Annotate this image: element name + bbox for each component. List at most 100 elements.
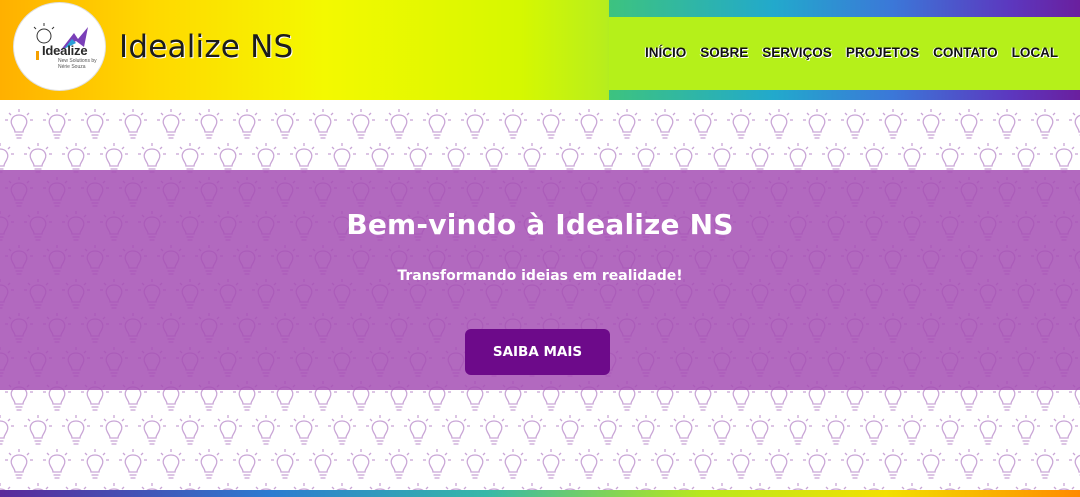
logo[interactable]: Idealize New Solutions by Nérie Souza (13, 2, 106, 91)
lightbulb-icon (309, 109, 337, 139)
lightbulb-icon (445, 483, 467, 490)
hero-title: Bem-vindo à Idealize NS (346, 208, 734, 241)
lightbulb-icon (597, 483, 619, 490)
lightbulb-icon (331, 483, 353, 490)
lightbulb-icon (1031, 109, 1059, 139)
saiba-mais-button[interactable]: SAIBA MAIS (465, 329, 610, 375)
lightbulb-icon (537, 449, 565, 479)
lightbulb-icon (841, 449, 869, 479)
lightbulb-icon (939, 483, 961, 490)
nav-link-inicio[interactable]: INÍCIO (645, 45, 686, 60)
lightbulb-icon (480, 415, 508, 445)
lightbulb-icon (27, 483, 49, 490)
lightbulb-icon (1050, 415, 1078, 445)
lightbulb-icon (635, 483, 657, 490)
lightbulb-icon (689, 109, 717, 139)
lightbulb-icon (825, 483, 847, 490)
lightbulb-icon (290, 415, 318, 445)
lightbulb-icon (385, 449, 413, 479)
lightbulb-icon (784, 415, 812, 445)
lightbulb-icon (993, 449, 1021, 479)
lightbulb-icon (24, 415, 52, 445)
lightbulb-pattern-row (0, 414, 1080, 448)
nav-link-contato[interactable]: CONTATO (933, 45, 998, 60)
lightbulb-icon (898, 415, 926, 445)
lightbulb-icon (65, 483, 87, 490)
lightbulb-icon (673, 483, 695, 490)
lightbulb-icon (217, 483, 239, 490)
lightbulb-icon (955, 449, 983, 479)
lightbulb-icon (1053, 483, 1075, 490)
lightbulb-icon (993, 109, 1021, 139)
lightbulb-icon (252, 415, 280, 445)
nav-link-local[interactable]: LOCAL (1012, 45, 1059, 60)
lightbulb-icon (711, 483, 733, 490)
lightbulb-icon (727, 109, 755, 139)
lightbulb-icon (195, 109, 223, 139)
nav-accent-strip (609, 0, 1080, 17)
lightbulb-icon (917, 109, 945, 139)
lightbulb-icon (1069, 112, 1080, 136)
lightbulb-icon (575, 449, 603, 479)
lightbulb-icon (559, 483, 581, 490)
lightbulb-icon (366, 415, 394, 445)
lightbulb-icon (138, 415, 166, 445)
lightbulb-icon (803, 109, 831, 139)
lightbulb-icon (977, 483, 999, 490)
lightbulb-icon (917, 449, 945, 479)
lightbulb-icon (157, 109, 185, 139)
lightbulb-icon (0, 415, 14, 445)
lightbulb-icon (385, 109, 413, 139)
lightbulb-icon (119, 109, 147, 139)
lightbulb-icon (81, 449, 109, 479)
logo-word: Idealize (42, 43, 88, 58)
lightbulb-icon (233, 109, 261, 139)
lightbulb-icon (103, 483, 125, 490)
lightbulb-icon (746, 415, 774, 445)
lightbulb-icon (43, 109, 71, 139)
lightbulb-icon (271, 109, 299, 139)
lightbulb-icon (863, 483, 885, 490)
lightbulb-icon (803, 449, 831, 479)
lightbulb-icon (176, 415, 204, 445)
lightbulb-icon (860, 415, 888, 445)
lightbulb-icon (347, 449, 375, 479)
lightbulb-icon (5, 449, 33, 479)
lightbulb-icon (1015, 483, 1037, 490)
lightbulb-icon (423, 109, 451, 139)
lightbulb-icon (594, 415, 622, 445)
lightbulb-icon (765, 109, 793, 139)
lightbulb-icon (157, 449, 185, 479)
lightbulb-icon (822, 415, 850, 445)
lightbulb-icon (119, 449, 147, 479)
nav-link-projetos[interactable]: PROJETOS (846, 45, 919, 60)
lightbulb-icon (936, 415, 964, 445)
lightbulb-icon (0, 483, 11, 490)
lightbulb-pattern-row (0, 448, 1080, 482)
lightbulb-icon (309, 449, 337, 479)
nav-link-servicos[interactable]: SERVIÇOS (762, 45, 832, 60)
lightbulb-icon (670, 415, 698, 445)
nav-link-sobre[interactable]: SOBRE (700, 45, 748, 60)
lightbulb-icon (651, 109, 679, 139)
lightbulb-icon (841, 109, 869, 139)
lightbulb-pattern-row (0, 108, 1080, 142)
lightbulb-icon (537, 109, 565, 139)
lightbulb-icon (255, 483, 277, 490)
lightbulb-icon (575, 109, 603, 139)
lightbulb-icon (442, 415, 470, 445)
lightbulb-icon (81, 109, 109, 139)
brand-title[interactable]: Idealize NS (119, 29, 293, 65)
lightbulb-pattern-row (0, 482, 1080, 490)
lightbulb-icon (461, 449, 489, 479)
lightbulb-icon (708, 415, 736, 445)
lightbulb-icon (901, 483, 923, 490)
lightbulb-icon (43, 449, 71, 479)
lightbulb-icon (749, 483, 771, 490)
lightbulb-icon (369, 483, 391, 490)
lightbulb-icon (521, 483, 543, 490)
lightbulb-icon (141, 483, 163, 490)
lightbulb-icon (518, 415, 546, 445)
lightbulb-icon (407, 483, 429, 490)
lightbulb-icon (62, 415, 90, 445)
